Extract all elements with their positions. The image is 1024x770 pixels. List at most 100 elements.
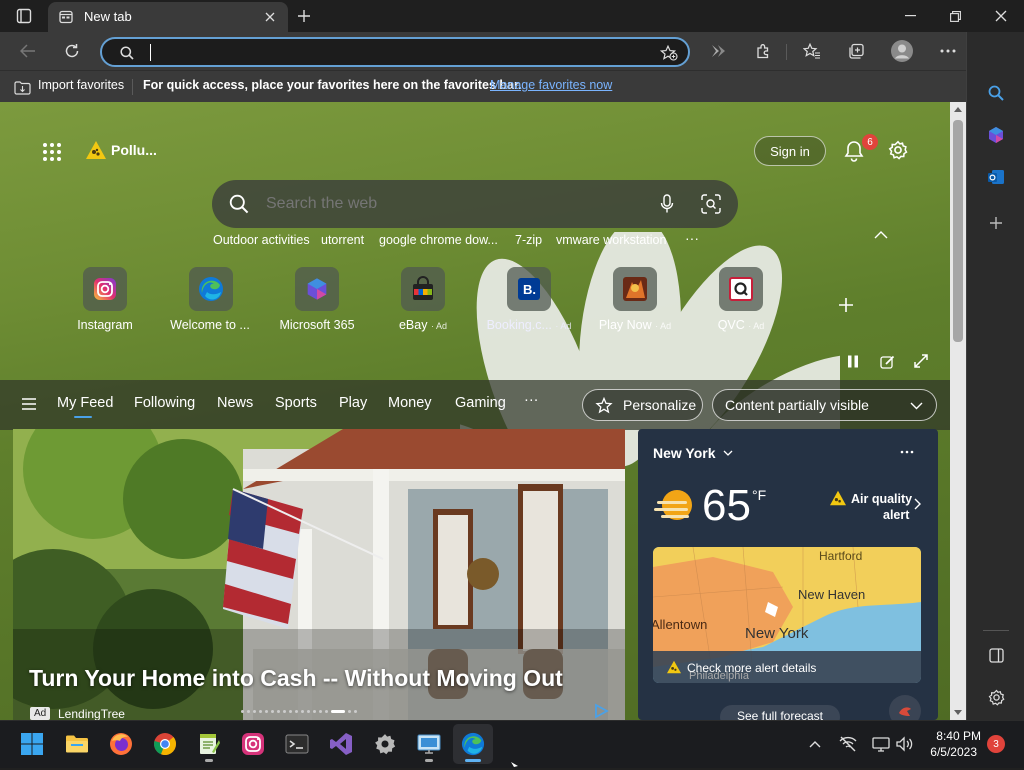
pollen-warning-icon[interactable] [84, 138, 108, 162]
trending-search-5[interactable]: vmware workstation [556, 233, 666, 247]
quick-link-microsoft-365[interactable] [295, 267, 339, 311]
remote-desktop-icon[interactable] [417, 732, 441, 756]
copilot-extension-icon[interactable] [707, 41, 729, 61]
manage-favorites-link[interactable]: Manage favorites now [490, 78, 612, 92]
add-quick-link-icon[interactable] [836, 295, 856, 315]
quick-link-booking[interactable]: B. [507, 267, 551, 311]
carousel-dots[interactable] [241, 710, 401, 716]
quick-link-ebay[interactable] [401, 267, 445, 311]
sign-in-button[interactable]: Sign in [754, 136, 826, 166]
hide-sidebar-icon[interactable] [985, 644, 1007, 666]
terminal-icon[interactable] [285, 732, 309, 756]
edge-taskbar-icon[interactable] [461, 732, 485, 756]
quick-link-play-now[interactable] [613, 267, 657, 311]
voice-search-icon[interactable] [656, 193, 678, 215]
quick-link-instagram[interactable] [83, 267, 127, 311]
web-search-box[interactable] [212, 180, 738, 228]
more-options-icon[interactable] [937, 41, 959, 61]
sidebar-settings-icon[interactable] [985, 686, 1007, 708]
tab-gaming[interactable]: Gaming [455, 395, 506, 411]
clock-date[interactable]: 6/5/2023 [925, 745, 977, 759]
clock-time[interactable]: 8:40 PM [931, 729, 981, 743]
scroll-down-icon[interactable] [951, 707, 965, 717]
network-disconnected-icon[interactable] [838, 735, 858, 753]
alert-details-link[interactable]: Check more alert details [687, 661, 816, 675]
quick-link-qvc[interactable] [719, 267, 763, 311]
tab-money[interactable]: Money [388, 395, 432, 411]
start-button[interactable] [20, 732, 44, 756]
notepad-plus-plus-icon[interactable] [197, 732, 221, 756]
adchoices-icon[interactable] [591, 702, 611, 720]
tab-following[interactable]: Following [134, 395, 195, 411]
pause-background-icon[interactable] [843, 351, 863, 371]
settings-app-icon[interactable] [373, 732, 397, 756]
tab-sports[interactable]: Sports [275, 395, 317, 411]
pollen-label[interactable]: Pollu... [111, 142, 157, 158]
weather-more-icon[interactable] [898, 447, 916, 457]
taskbar-instagram-icon[interactable] [241, 732, 265, 756]
minimize-button[interactable] [900, 6, 920, 26]
trending-search-1[interactable]: Outdoor activities [213, 233, 310, 247]
city-chevron-icon[interactable] [722, 448, 734, 458]
add-favorite-icon[interactable] [658, 43, 680, 63]
feed-more-tabs[interactable]: ··· [524, 392, 539, 408]
hero-headline[interactable]: Turn Your Home into Cash -- Without Movi… [29, 665, 563, 692]
trending-search-3[interactable]: google chrome dow... [379, 233, 498, 247]
weather-alert-map[interactable]: Hartford New Haven Allentown New York Ph… [653, 547, 921, 683]
scroll-up-icon[interactable] [951, 104, 965, 114]
scrollbar-thumb[interactable] [953, 120, 963, 342]
alert-line-2[interactable]: alert [883, 508, 909, 522]
weather-unit[interactable]: °F [752, 487, 766, 503]
chrome-icon[interactable] [153, 732, 177, 756]
full-forecast-button[interactable]: See full forecast [720, 705, 840, 720]
page-settings-icon[interactable] [887, 139, 909, 161]
import-favorites-icon[interactable] [12, 78, 32, 96]
notification-center-badge[interactable]: 3 [987, 735, 1005, 753]
file-explorer-icon[interactable] [65, 732, 89, 756]
content-visibility-dropdown[interactable]: Content partially visible [712, 389, 937, 421]
profile-avatar[interactable] [890, 39, 914, 63]
weather-city[interactable]: New York [653, 445, 716, 461]
volume-icon[interactable] [894, 735, 914, 753]
extensions-icon[interactable] [752, 41, 774, 61]
sidebar-m365-icon[interactable] [985, 124, 1007, 146]
refresh-icon[interactable] [62, 41, 82, 61]
new-tab-button[interactable] [294, 6, 314, 26]
weather-card[interactable]: New York 65 °F Air quality alert Hartfor… [638, 429, 938, 720]
alert-chevron-icon[interactable] [911, 497, 923, 511]
address-bar[interactable] [100, 37, 690, 67]
trending-more-button[interactable]: ··· [685, 230, 699, 246]
tab-my-feed[interactable]: My Feed [57, 395, 113, 411]
firefox-icon[interactable] [109, 732, 133, 756]
trending-search-2[interactable]: utorrent [321, 233, 364, 247]
workspaces-icon[interactable] [14, 6, 34, 26]
address-input[interactable] [146, 43, 646, 63]
browser-tab[interactable]: New tab [48, 2, 288, 32]
quick-link-edge-welcome[interactable] [189, 267, 233, 311]
tab-news[interactable]: News [217, 395, 253, 411]
collapse-chevron-icon[interactable] [872, 228, 890, 242]
close-window-button[interactable] [991, 6, 1011, 26]
web-search-input[interactable] [266, 193, 646, 215]
personalize-button[interactable]: Personalize [582, 389, 703, 421]
feed-menu-icon[interactable] [20, 396, 38, 412]
restore-button[interactable] [945, 6, 965, 26]
close-tab-icon[interactable] [262, 9, 278, 25]
sidebar-add-icon[interactable] [985, 212, 1007, 234]
tab-play[interactable]: Play [339, 395, 367, 411]
feedback-bird-icon[interactable] [889, 695, 921, 720]
trending-search-4[interactable]: 7-zip [515, 233, 542, 247]
alert-line-1[interactable]: Air quality [851, 492, 912, 506]
favorites-icon[interactable] [801, 41, 823, 61]
collections-icon[interactable] [845, 41, 867, 61]
import-favorites-button[interactable]: Import favorites [38, 78, 124, 92]
hero-card[interactable]: Turn Your Home into Cash -- Without Movi… [13, 429, 625, 720]
expand-background-icon[interactable] [911, 351, 931, 371]
customize-background-icon[interactable] [877, 351, 897, 371]
sidebar-search-icon[interactable] [985, 82, 1007, 104]
back-icon[interactable] [18, 41, 38, 61]
display-icon[interactable] [871, 735, 891, 753]
sidebar-outlook-icon[interactable] [985, 166, 1007, 188]
show-hidden-icons[interactable] [806, 736, 824, 752]
visual-search-icon[interactable] [700, 193, 722, 215]
